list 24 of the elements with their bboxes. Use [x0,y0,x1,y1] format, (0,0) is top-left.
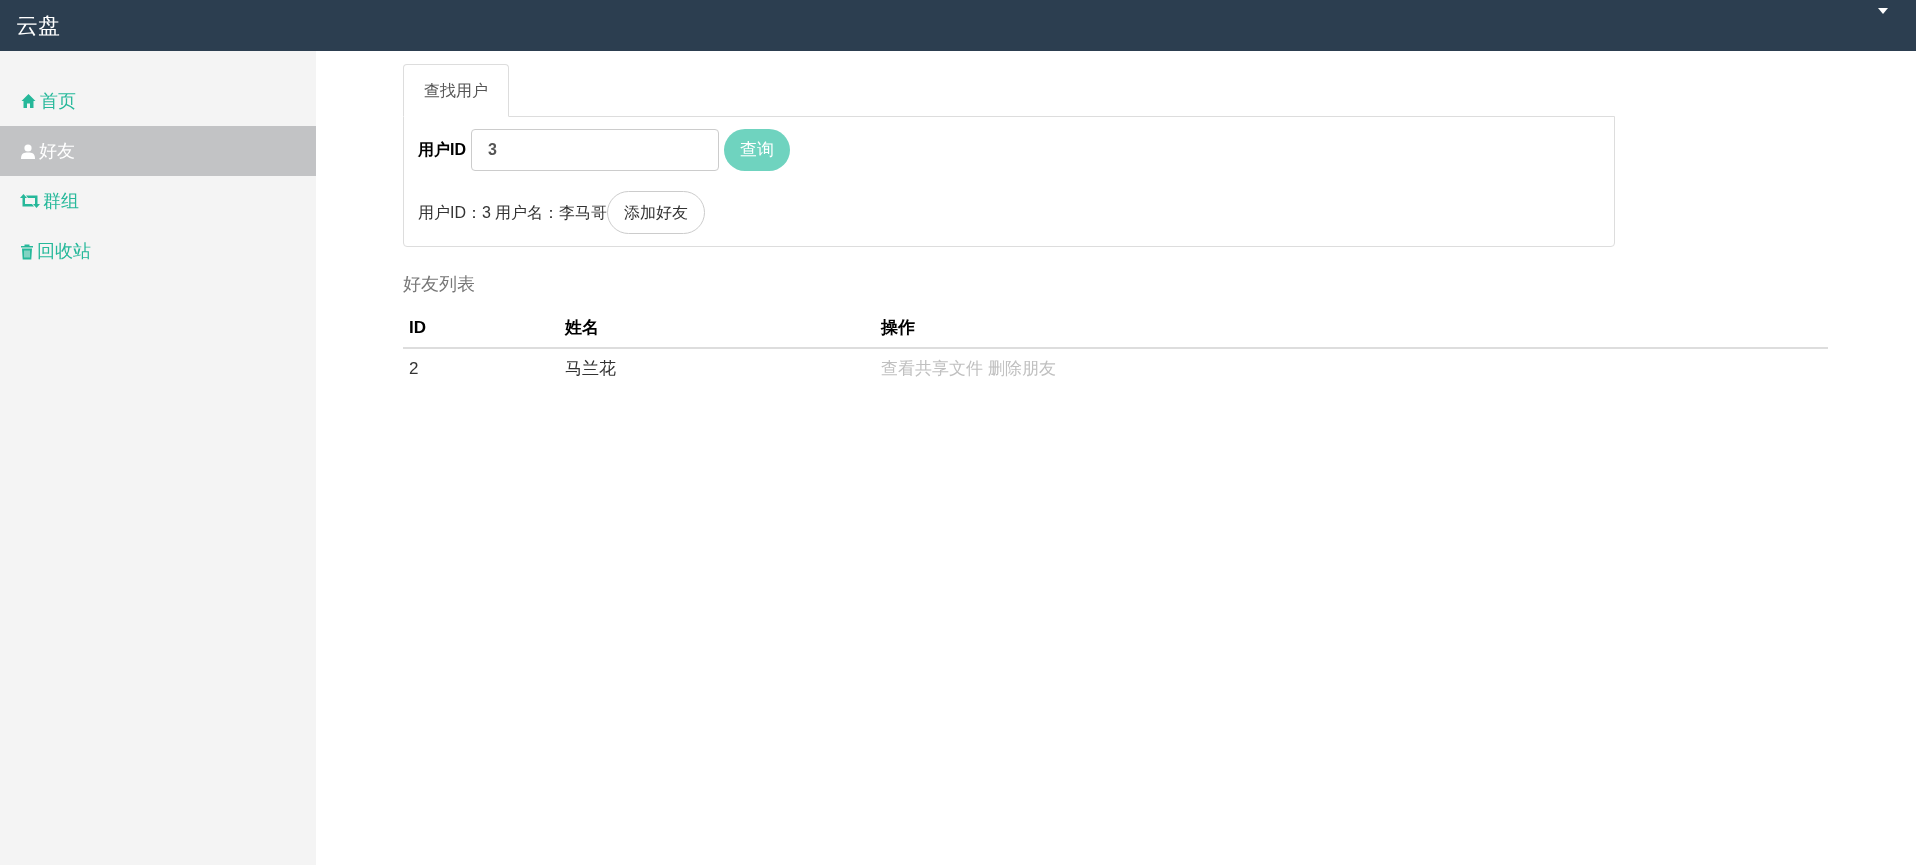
home-icon [20,93,37,109]
sidebar-item[interactable]: 好友 [0,126,316,176]
user-icon [20,143,36,159]
user-id-field[interactable]: 3 [471,129,719,171]
column-header: 操作 [881,317,915,337]
table-cell: 2 [409,358,419,378]
trash-icon [20,242,34,260]
column-header: ID [409,317,426,337]
sidebar-item[interactable]: 首页 [0,76,316,126]
sidebar-item[interactable]: 群组 [0,176,316,226]
sidebar-item[interactable]: 回收站 [0,226,316,276]
tab[interactable]: 查找用户 [403,64,509,117]
field-label: 用户ID [418,140,466,160]
query-button[interactable]: 查询 [724,129,790,171]
table-cell: 马兰花 [565,358,616,378]
action-link[interactable]: 查看共享文件 [881,355,983,382]
dropdown-caret-icon[interactable] [1878,8,1888,14]
add-friend-button[interactable]: 添加好友 [607,191,706,234]
column-header: 姓名 [565,317,599,337]
app-title: 云盘 [16,12,60,40]
retweet-icon [20,194,40,208]
friends-list-title: 好友列表 [403,273,475,296]
action-link[interactable]: 删除朋友 [988,355,1056,382]
search-result-text: 用户ID：3 用户名：李马哥 [418,202,608,223]
